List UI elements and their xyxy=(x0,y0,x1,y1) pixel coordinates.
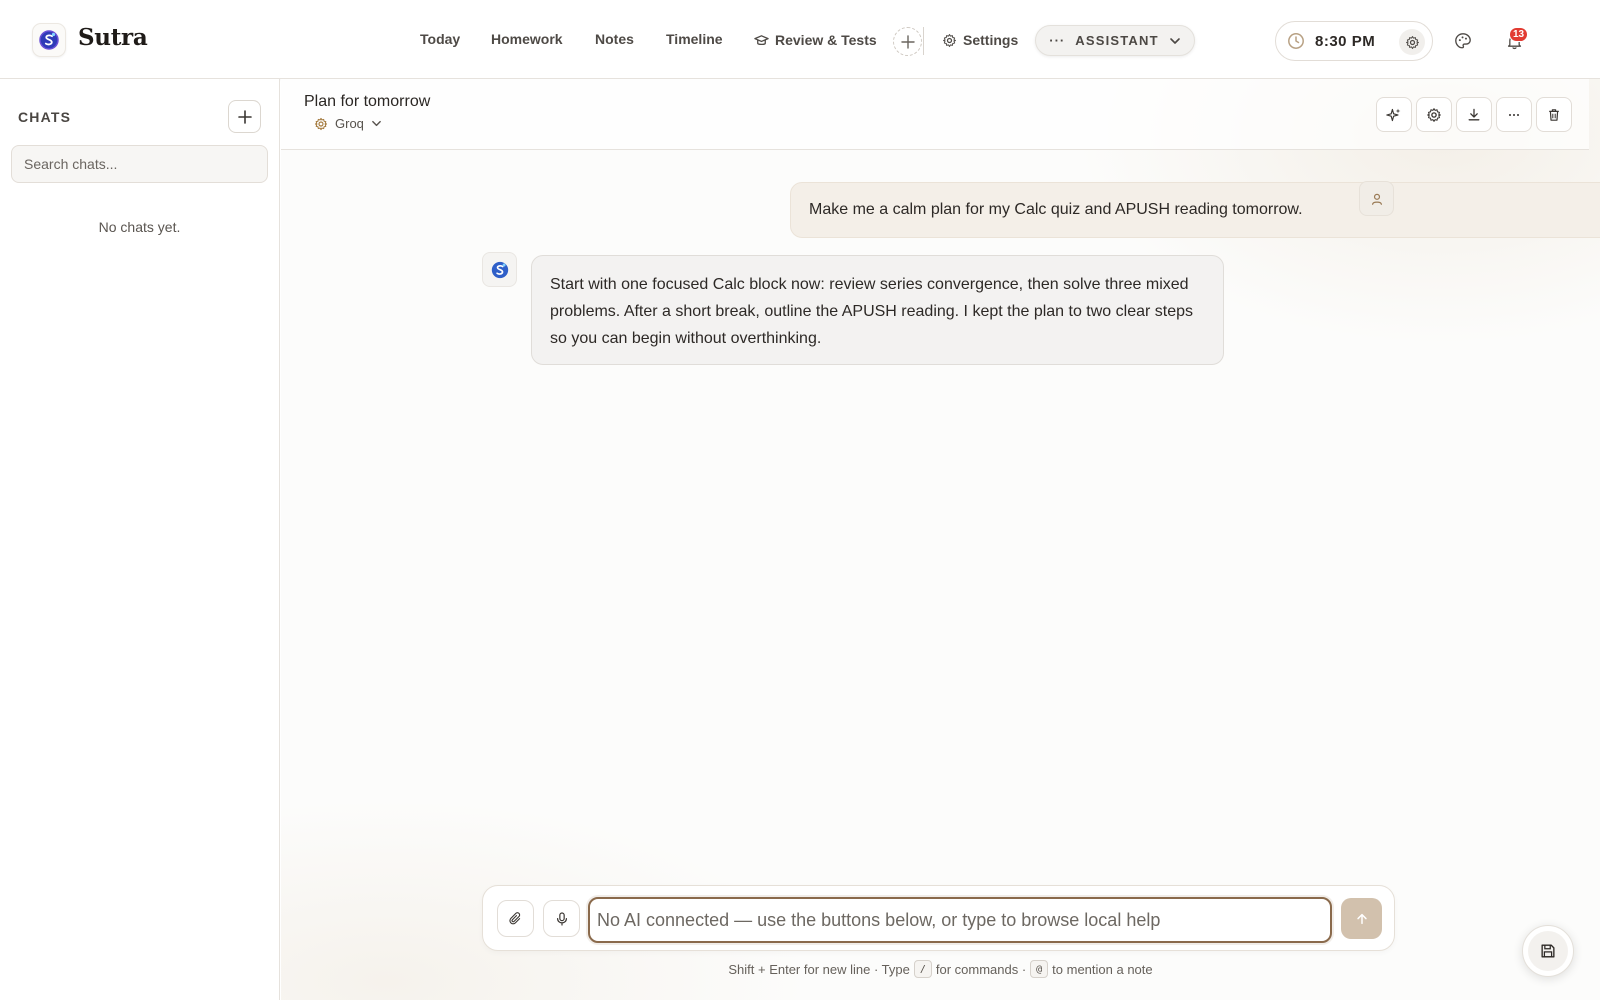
gear-icon xyxy=(1405,35,1419,49)
chat-header: Plan for tomorrow Groq xyxy=(281,79,1589,150)
assistant-message: Start with one focused Calc block now: r… xyxy=(531,255,1224,365)
sidebar-title: CHATS xyxy=(18,109,72,125)
app-logo[interactable] xyxy=(32,23,66,57)
save-floating-button[interactable] xyxy=(1522,925,1574,977)
empty-chats-message: No chats yet. xyxy=(98,219,181,235)
trash-icon xyxy=(1549,108,1559,121)
attach-button[interactable] xyxy=(497,900,534,937)
at-key-badge: @ xyxy=(1030,960,1049,978)
notification-count-badge: 13 xyxy=(1509,27,1529,42)
chat-panel: Plan for tomorrow Groq Make me a calm pl… xyxy=(281,79,1600,1000)
nav-homework[interactable]: Homework xyxy=(491,31,563,47)
app-name: Sutra xyxy=(78,24,148,51)
logo-icon xyxy=(491,261,508,278)
more-horizontal-icon xyxy=(1508,113,1520,116)
nav-settings[interactable]: Settings xyxy=(942,32,1018,48)
arrow-up-icon xyxy=(1356,913,1367,924)
chevron-down-icon xyxy=(1169,37,1180,44)
hint-text-3: to mention a note xyxy=(1052,961,1153,977)
add-nav-tab-button[interactable] xyxy=(893,27,922,56)
new-chat-button[interactable] xyxy=(228,100,261,133)
assistant-label: ASSISTANT xyxy=(1075,33,1159,48)
clock-time: 8:30 PM xyxy=(1315,32,1376,50)
chevron-down-icon xyxy=(372,120,381,127)
chats-sidebar: CHATS No chats yet. xyxy=(0,79,280,1000)
export-chat-button[interactable] xyxy=(1456,97,1492,132)
ai-sparkle-button[interactable] xyxy=(1376,97,1412,132)
theme-palette-button[interactable] xyxy=(1449,27,1477,55)
gear-icon xyxy=(943,33,956,47)
sparkle-icon xyxy=(1386,108,1401,121)
message-composer xyxy=(482,885,1395,951)
user-message: Make me a calm plan for my Calc quiz and… xyxy=(790,182,1600,238)
search-chats-input[interactable] xyxy=(11,145,268,183)
assistant-dropdown[interactable]: ··· ASSISTANT xyxy=(1035,25,1195,56)
message-input[interactable] xyxy=(588,897,1332,943)
slash-key-badge: / xyxy=(913,960,932,978)
clock-icon xyxy=(1288,33,1304,49)
more-dots-icon: ··· xyxy=(1049,33,1066,48)
model-name: Groq xyxy=(335,116,364,131)
save-fab-inner xyxy=(1528,931,1568,971)
nav-settings-label: Settings xyxy=(963,32,1019,48)
graduation-cap-icon xyxy=(754,34,769,45)
hint-text-1: Shift + Enter for new line · Type xyxy=(728,961,910,977)
nav-notes[interactable]: Notes xyxy=(595,31,634,47)
paperclip-icon xyxy=(508,911,520,924)
nav-divider xyxy=(923,27,924,55)
assistant-avatar xyxy=(482,252,517,287)
nav-review-tests[interactable]: Review & Tests xyxy=(754,32,877,48)
chat-title[interactable]: Plan for tomorrow xyxy=(304,93,430,111)
logo-icon xyxy=(39,30,59,50)
save-icon xyxy=(1541,944,1555,958)
nav-review-tests-label: Review & Tests xyxy=(775,32,877,48)
microphone-icon xyxy=(556,911,567,926)
send-button[interactable] xyxy=(1341,898,1382,939)
user-avatar xyxy=(1359,181,1394,216)
palette-icon xyxy=(1455,33,1471,49)
download-icon xyxy=(1468,108,1480,120)
nav-timeline[interactable]: Timeline xyxy=(666,31,723,47)
more-options-button[interactable] xyxy=(1496,97,1532,132)
delete-chat-button[interactable] xyxy=(1536,97,1572,132)
model-gear-icon xyxy=(314,117,328,130)
gear-icon xyxy=(1427,107,1441,122)
plus-icon xyxy=(900,34,915,49)
top-bar: Sutra Today Homework Notes Timeline Revi… xyxy=(0,0,1600,79)
plus-icon xyxy=(237,109,252,124)
clock-settings-button[interactable] xyxy=(1399,29,1425,55)
chat-settings-button[interactable] xyxy=(1416,97,1452,132)
voice-input-button[interactable] xyxy=(543,900,580,937)
composer-hint: Shift + Enter for new line · Type / for … xyxy=(281,960,1600,978)
clock-widget[interactable]: 8:30 PM xyxy=(1275,21,1433,61)
user-icon xyxy=(1371,193,1382,205)
model-selector[interactable]: Groq xyxy=(314,116,382,131)
hint-text-2: for commands · xyxy=(935,961,1027,977)
nav-today[interactable]: Today xyxy=(420,31,460,47)
